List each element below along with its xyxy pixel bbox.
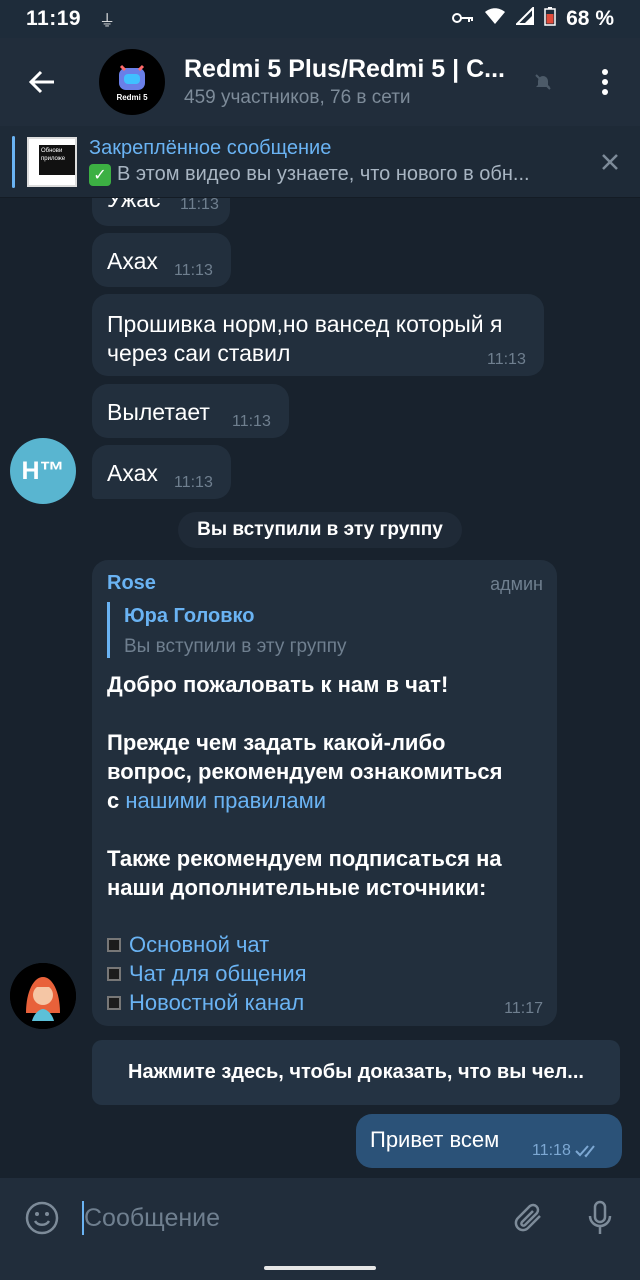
sender-avatar[interactable]	[10, 963, 76, 1029]
pinned-body-text: В этом видео вы узнаете, что нового в об…	[117, 163, 530, 185]
message-time: 11:13	[180, 198, 219, 213]
sender-name[interactable]: Rose	[107, 572, 156, 595]
robot-logo-icon	[119, 64, 145, 90]
arrow-left-icon	[28, 70, 54, 94]
signal-icon	[514, 5, 535, 31]
verify-human-button[interactable]: Нажмите здесь, чтобы доказать, что вы че…	[92, 1040, 620, 1105]
girl-avatar-icon	[10, 963, 76, 1029]
wifi-icon	[484, 7, 506, 31]
system-nav-bar	[0, 1258, 640, 1280]
sender-avatar[interactable]: Н™	[10, 438, 76, 504]
group-avatar-label: Redmi 5	[116, 93, 148, 102]
black-square-icon	[107, 995, 121, 1010]
paperclip-icon	[514, 1203, 541, 1232]
pinned-close-button[interactable]	[598, 150, 622, 174]
admin-badge: админ	[490, 574, 543, 594]
subscribe-line-1: Также рекомендуем подписаться на	[107, 846, 502, 871]
battery-icon	[544, 6, 556, 32]
message-time: 11:13	[232, 413, 271, 430]
message-bubble[interactable]: Ужас 11:13	[92, 198, 230, 226]
rules-link[interactable]: нашими правилами	[125, 788, 326, 813]
advice-line-3: с нашими правилами	[107, 786, 326, 815]
chat-subtitle: 459 участников, 76 в сети	[184, 87, 411, 108]
message-time: 11:13	[487, 351, 526, 368]
pinned-body: ✓ В этом видео вы узнаете, что нового в …	[89, 163, 569, 186]
list-item: Чат для общения	[107, 959, 307, 988]
message-time: 11:13	[174, 262, 213, 279]
message-text: Ахах	[107, 248, 158, 274]
welcome-line: Добро пожаловать к нам в чат!	[107, 672, 449, 697]
more-menu-button[interactable]	[570, 38, 640, 126]
attach-button[interactable]	[500, 1178, 560, 1258]
message-time: 11:17	[504, 1000, 543, 1017]
message-input[interactable]: Сообщение	[82, 1201, 462, 1235]
reply-sender-name[interactable]: Юра Головко	[124, 605, 255, 628]
advice-line-1: Прежде чем задать какой-либо	[107, 730, 446, 755]
reply-text: Вы вступили в эту группу	[124, 636, 347, 657]
pinned-title: Закреплённое сообщение	[89, 137, 332, 159]
message-text: Ужас	[107, 198, 161, 212]
subscribe-line-2: наши дополнительные источники:	[107, 875, 487, 900]
header-titles[interactable]: Redmi 5 Plus/Redmi 5 | C... 459 участник…	[184, 55, 524, 109]
back-button[interactable]	[0, 38, 84, 126]
talk-chat-link[interactable]: Чат для общения	[129, 959, 307, 988]
home-handle[interactable]	[264, 1266, 376, 1270]
more-vertical-icon	[602, 69, 608, 95]
reply-accent-bar	[107, 602, 110, 658]
news-channel-link[interactable]: Новостной канал	[129, 988, 304, 1017]
message-time: 11:13	[174, 474, 213, 491]
message-time-status: 11:18	[532, 1142, 601, 1160]
message-text: Прошивка норм,но вансед который я через …	[107, 311, 503, 366]
pinned-message[interactable]: Обнови приложе Закреплённое сообщение ✓ …	[0, 126, 640, 198]
smiley-icon	[25, 1201, 59, 1235]
chat-title: Redmi 5 Plus/Redmi 5 | C...	[184, 55, 505, 83]
close-icon	[602, 153, 618, 170]
message-time: 11:18	[532, 1142, 571, 1159]
message-text: Ахах	[107, 460, 158, 486]
key-icon	[452, 7, 474, 31]
message-bubble[interactable]: Прошивка норм,но вансед который я через …	[92, 294, 544, 376]
message-text: Вылетает	[107, 399, 210, 425]
black-square-icon	[107, 937, 121, 952]
message-bubble[interactable]: Вылетает 11:13	[92, 384, 289, 438]
service-message: Вы вступили в эту группу	[178, 512, 462, 548]
outgoing-message-bubble[interactable]: Привет всем 11:18	[356, 1114, 622, 1168]
message-clip: Ужас 11:13	[0, 198, 640, 228]
list-item: Основной чат	[107, 930, 269, 959]
chat-header: Redmi 5 Redmi 5 Plus/Redmi 5 | C... 459 …	[0, 38, 640, 126]
check-mark-icon: ✓	[89, 163, 111, 186]
list-item: Новостной канал	[107, 988, 304, 1017]
status-bar: 11:19 ⏚ 68 %	[0, 0, 640, 38]
message-composer: Сообщение	[0, 1178, 640, 1258]
status-icons: 68 %	[452, 5, 614, 32]
verify-human-label: Нажмите здесь, чтобы доказать, что вы че…	[128, 1061, 584, 1083]
black-square-icon	[107, 966, 121, 981]
double-check-icon	[575, 1145, 595, 1158]
status-time: 11:19	[26, 7, 82, 30]
microphone-icon	[588, 1200, 612, 1234]
emoji-button[interactable]	[0, 1178, 84, 1258]
usb-icon: ⏚	[99, 13, 116, 30]
bot-message-bubble[interactable]: Rose админ Юра Головко Вы вступили в эту…	[92, 560, 557, 1026]
voice-record-button[interactable]	[560, 1178, 640, 1258]
pinned-accent-bar	[12, 135, 15, 188]
pinned-text: Закреплённое сообщение ✓ В этом видео вы…	[89, 137, 569, 186]
battery-percent: 68 %	[566, 7, 614, 30]
message-bubble[interactable]: Ахах 11:13	[92, 233, 231, 287]
advice-prefix: с	[107, 788, 126, 813]
muted-icon	[534, 73, 556, 91]
message-text: Привет всем	[370, 1127, 500, 1152]
message-bubble[interactable]: Ахах 11:13	[92, 445, 231, 499]
pinned-thumbnail: Обнови приложе	[27, 136, 77, 187]
main-chat-link[interactable]: Основной чат	[129, 930, 269, 959]
group-avatar[interactable]: Redmi 5	[99, 49, 165, 115]
pinned-thumbnail-text: Обнови приложе	[39, 144, 75, 175]
advice-line-2: вопрос, рекомендуем ознакомиться	[107, 759, 503, 784]
